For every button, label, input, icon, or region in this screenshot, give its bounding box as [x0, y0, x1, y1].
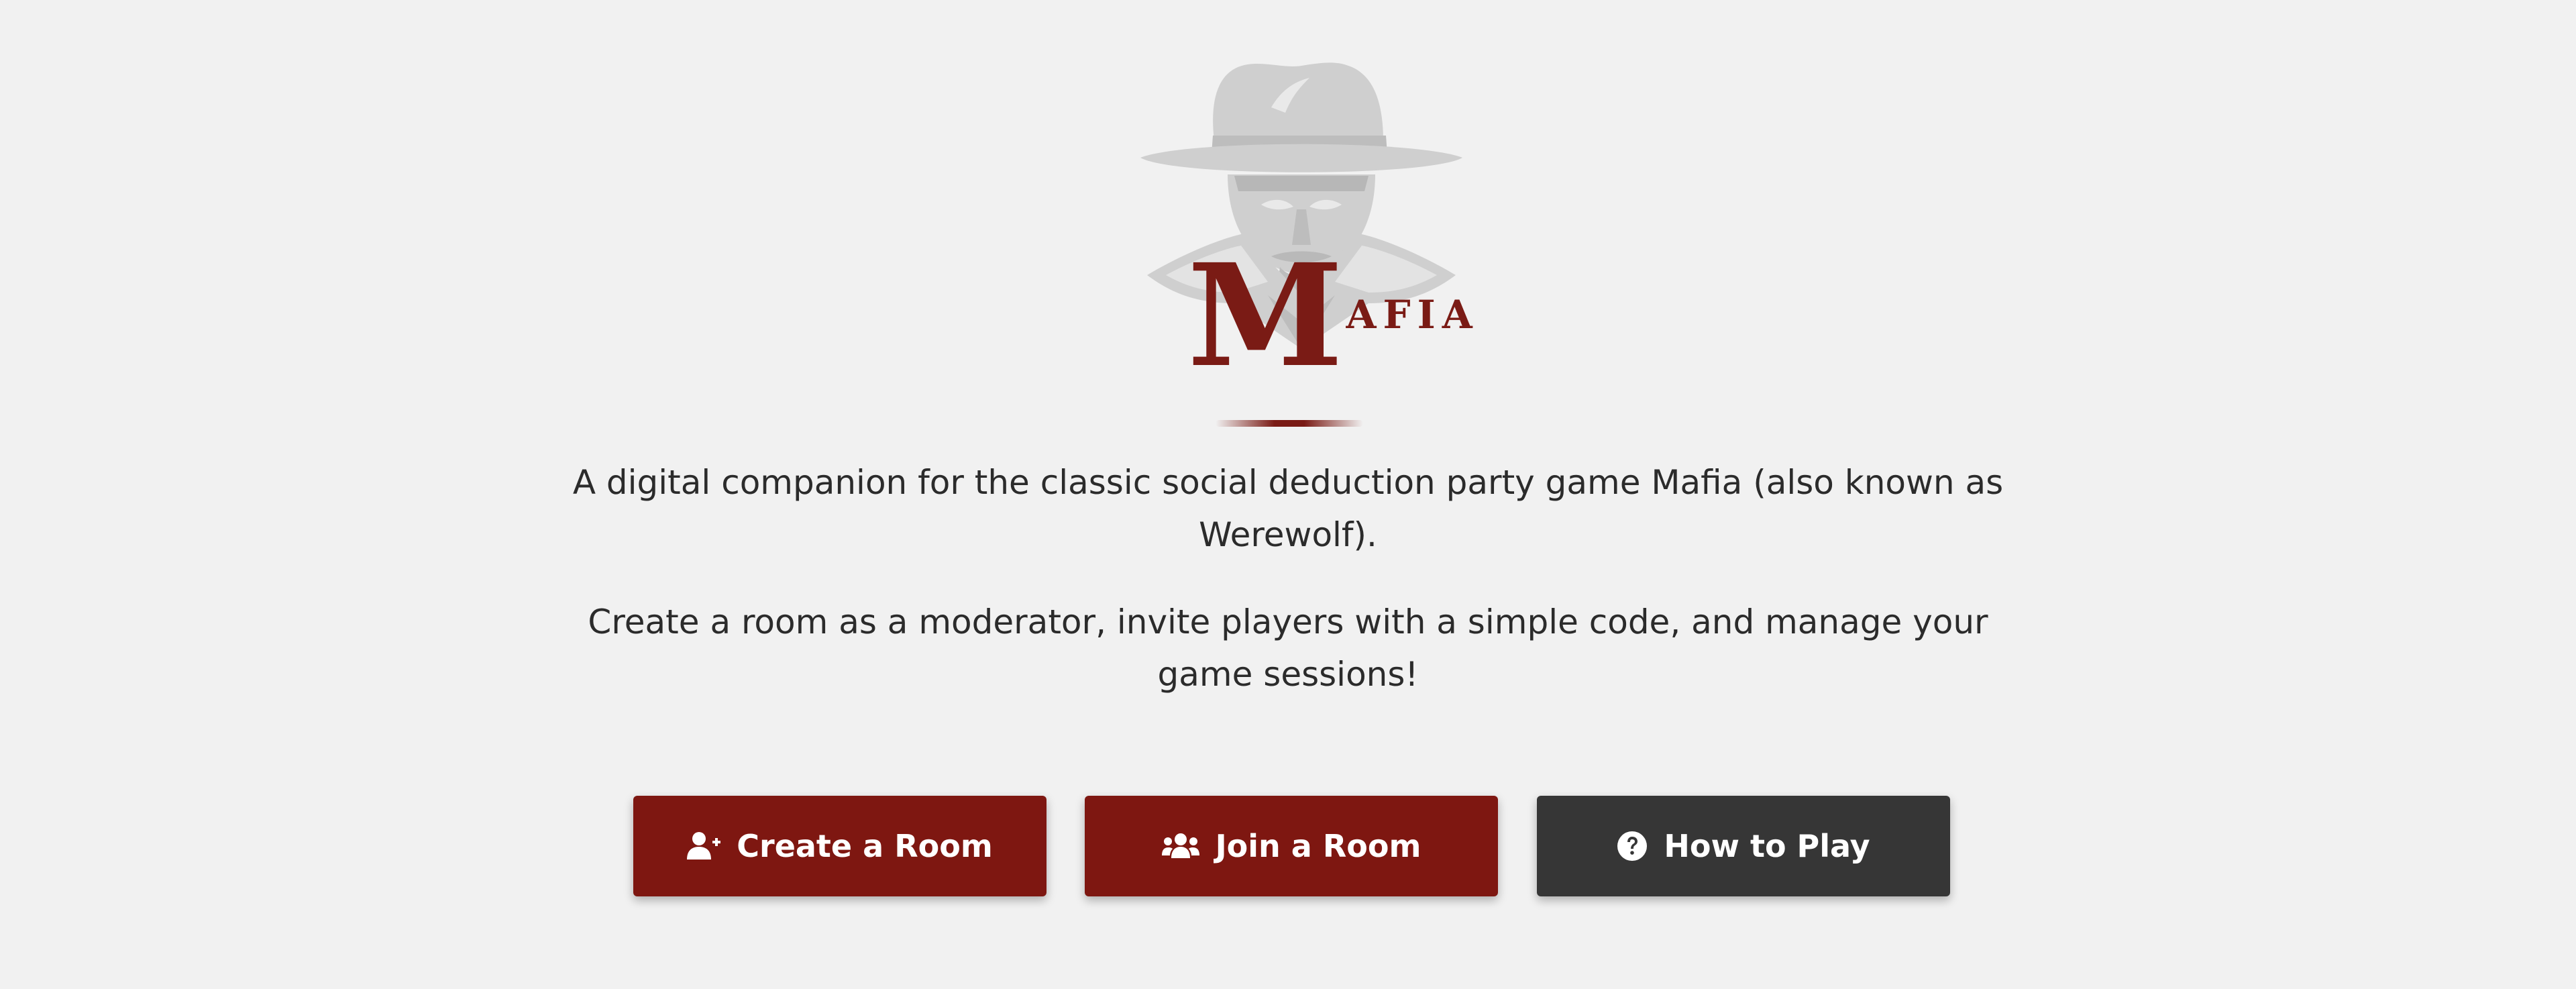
create-room-button[interactable]: Create a Room: [633, 796, 1046, 896]
question-circle-icon: [1617, 831, 1648, 862]
logo-rest: AFIA: [1346, 292, 1479, 337]
logo-initial: M: [1187, 233, 1344, 399]
how-to-play-label: How to Play: [1664, 828, 1870, 864]
app-logo-wordmark: M AFIA: [1187, 233, 1479, 399]
logo-divider: [1216, 420, 1363, 427]
home-page: M AFIA A digital companion for the class…: [0, 0, 2576, 989]
create-room-label: Create a Room: [737, 828, 993, 864]
intro-paragraph-description: A digital companion for the classic soci…: [572, 463, 2004, 554]
action-buttons: Create a Room Join a Room How to Play: [633, 796, 1975, 896]
how-to-play-button[interactable]: How to Play: [1537, 796, 1950, 896]
users-icon: [1161, 833, 1199, 860]
intro-paragraph-instructions: Create a room as a moderator, invite pla…: [588, 603, 1988, 694]
join-room-label: Join a Room: [1215, 828, 1421, 864]
user-plus-icon: [687, 831, 721, 861]
join-room-button[interactable]: Join a Room: [1085, 796, 1498, 896]
